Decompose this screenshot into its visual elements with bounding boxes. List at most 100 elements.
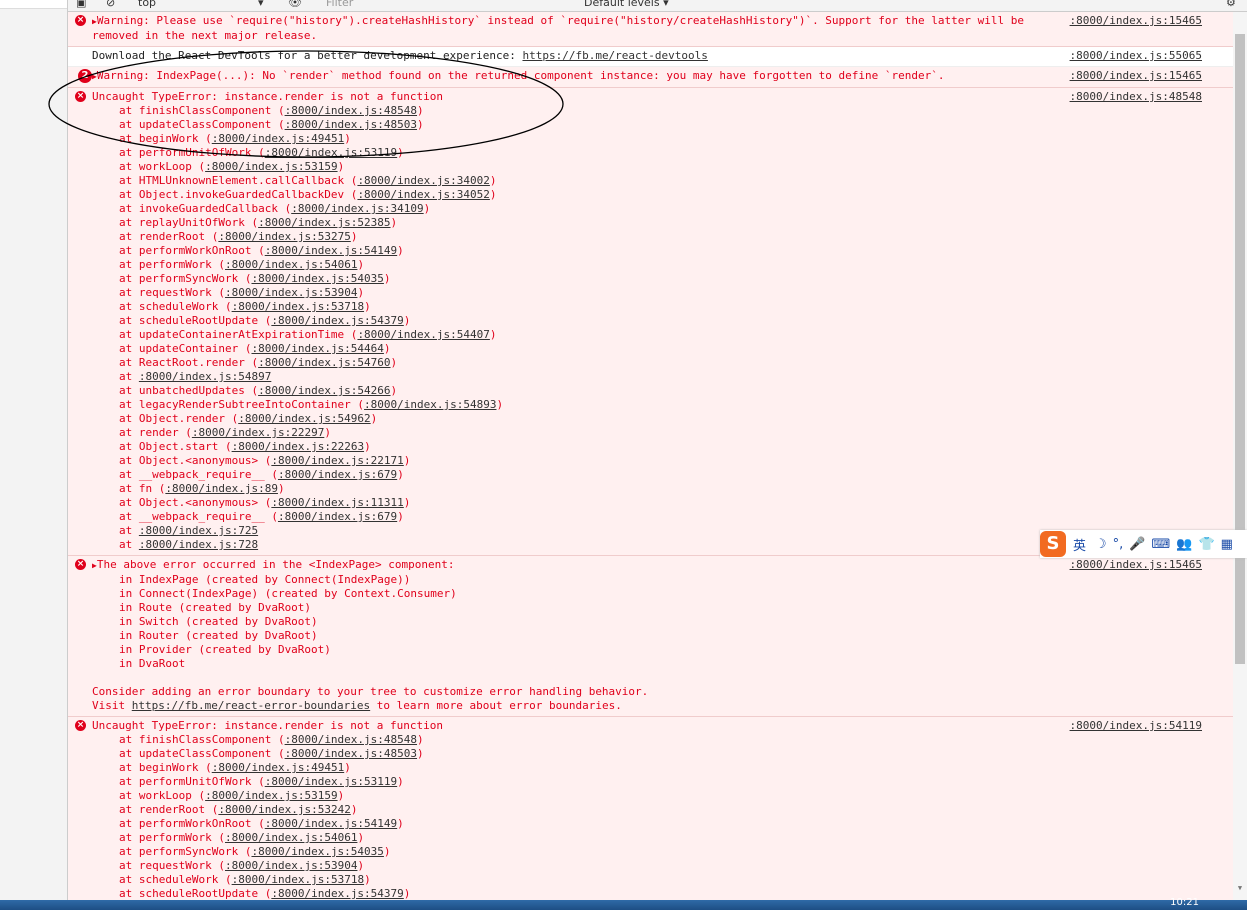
error-boundaries-link[interactable]: https://fb.me/react-error-boundaries [132, 699, 370, 712]
stack-source-link[interactable]: :8000/index.js:22263 [232, 440, 364, 453]
stack-source-link[interactable]: :8000/index.js:34109 [291, 202, 423, 215]
stack-source-link[interactable]: :8000/index.js:11311 [271, 496, 403, 509]
ime-tool-icon[interactable]: 👕 [1198, 537, 1214, 552]
message-source-link[interactable]: :8000/index.js:15465 [1070, 14, 1202, 28]
stack-source-link[interactable]: :8000/index.js:54407 [357, 328, 489, 341]
scrollbar-thumb[interactable] [1235, 34, 1245, 664]
stack-source-link[interactable]: :8000/index.js:54464 [251, 342, 383, 355]
stack-source-link[interactable]: :8000/index.js:54149 [265, 817, 397, 830]
sogou-logo-icon[interactable]: S [1040, 531, 1066, 557]
clear-console-icon[interactable]: ⊘ [106, 0, 115, 10]
scroll-down-arrow-icon[interactable]: ▼ [1235, 884, 1245, 894]
stack-source-link[interactable]: :8000/index.js:48503 [285, 747, 417, 760]
stack-function: requestWork [138, 859, 212, 872]
stack-source-link[interactable]: :8000/index.js:728 [139, 538, 258, 551]
stack-source-link[interactable]: :8000/index.js:22297 [192, 426, 324, 439]
stack-frame: at __webpack_require__ (:8000/index.js:6… [119, 510, 404, 523]
stack-source-link[interactable]: :8000/index.js:54893 [364, 398, 496, 411]
stack-source-link[interactable]: :8000/index.js:53159 [205, 789, 337, 802]
ime-tool-icon[interactable]: ⌨ [1152, 537, 1171, 552]
log-levels-dropdown[interactable]: Default levels ▾ [584, 0, 669, 10]
stack-source-link[interactable]: :8000/index.js:89 [165, 482, 278, 495]
ime-tool-icon[interactable]: ▦ [1221, 537, 1233, 552]
component-stack-frame: in IndexPage (created by Connect(IndexPa… [119, 573, 411, 586]
stack-source-link[interactable]: :8000/index.js:48548 [285, 733, 417, 746]
stack-function: Object.render [138, 412, 225, 425]
stack-source-link[interactable]: :8000/index.js:54035 [251, 845, 383, 858]
stack-source-link[interactable]: :8000/index.js:53718 [232, 873, 364, 886]
stack-source-link[interactable]: :8000/index.js:54061 [225, 258, 357, 271]
stack-source-link[interactable]: :8000/index.js:54149 [265, 244, 397, 257]
stack-source-link[interactable]: :8000/index.js:53904 [225, 859, 357, 872]
stack-source-link[interactable]: :8000/index.js:54061 [225, 831, 357, 844]
stack-source-link[interactable]: :8000/index.js:53242 [218, 803, 350, 816]
left-panel [0, 0, 68, 900]
component-stack-frame: in Router (created by DvaRoot) [119, 629, 318, 642]
stack-source-link[interactable]: :8000/index.js:53119 [265, 775, 397, 788]
ime-tool-icon[interactable]: °, [1113, 537, 1124, 552]
context-dropdown-icon[interactable]: ▾ [258, 0, 264, 10]
ime-tool-icon[interactable]: 👥 [1176, 537, 1192, 552]
ime-tool-icon[interactable]: 🎤 [1129, 537, 1145, 552]
stack-source-link[interactable]: :8000/index.js:54760 [258, 356, 390, 369]
error-icon: × [75, 559, 86, 570]
message-text: Uncaught TypeError: instance.render is n… [92, 719, 443, 732]
message-source-link[interactable]: :8000/index.js:48548 [1070, 90, 1202, 104]
stack-source-link[interactable]: :8000/index.js:49451 [212, 761, 344, 774]
stack-function: performUnitOfWork [138, 775, 252, 788]
stack-source-link[interactable]: :8000/index.js:49451 [212, 132, 344, 145]
ime-toolbar[interactable]: S 英 ☽ °, 🎤 ⌨ 👥 👕 ▦ [1040, 530, 1247, 558]
stack-source-link[interactable]: :8000/index.js:48503 [285, 118, 417, 131]
message-source-link[interactable]: :8000/index.js:15465 [1070, 558, 1202, 572]
stack-source-link[interactable]: :8000/index.js:53275 [218, 230, 350, 243]
stack-source-link[interactable]: :8000/index.js:53159 [205, 160, 337, 173]
stack-source-link[interactable]: :8000/index.js:34052 [357, 188, 489, 201]
stack-source-link[interactable]: :8000/index.js:54962 [238, 412, 370, 425]
stack-function: performWork [138, 831, 212, 844]
stack-source-link[interactable]: :8000/index.js:34002 [357, 174, 489, 187]
message-body: ▶Warning: IndexPage(...): No `render` me… [68, 67, 1233, 87]
stack-frame: at performUnitOfWork (:8000/index.js:531… [119, 775, 404, 788]
stack-source-link[interactable]: :8000/index.js:48548 [285, 104, 417, 117]
stack-frame: at beginWork (:8000/index.js:49451) [119, 761, 351, 774]
stack-frame: at performWorkOnRoot (:8000/index.js:541… [119, 244, 404, 257]
eye-icon[interactable]: 👁 [288, 0, 302, 10]
ime-language-toggle[interactable]: 英 [1073, 535, 1086, 554]
stack-source-link[interactable]: :8000/index.js:53904 [225, 286, 357, 299]
stack-function: performWorkOnRoot [138, 244, 252, 257]
stack-frame: at legacyRenderSubtreeIntoContainer (:80… [119, 398, 504, 411]
message-source-link[interactable]: :8000/index.js:55065 [1070, 49, 1202, 63]
stack-source-link[interactable]: :8000/index.js:54379 [271, 887, 403, 900]
stack-frame: at finishClassComponent (:8000/index.js:… [119, 104, 424, 117]
stack-frame: at :8000/index.js:54897 [119, 370, 272, 383]
stack-source-link[interactable]: :8000/index.js:725 [139, 524, 258, 537]
stack-source-link[interactable]: :8000/index.js:54035 [251, 272, 383, 285]
sidebar-toggle-icon[interactable]: ▣ [76, 0, 86, 10]
context-selector[interactable]: top [138, 0, 156, 10]
stack-source-link[interactable]: :8000/index.js:679 [278, 468, 397, 481]
stack-frame: at updateClassComponent (:8000/index.js:… [119, 118, 424, 131]
filter-input[interactable]: Filter [326, 0, 353, 10]
stack-source-link[interactable]: :8000/index.js:53718 [232, 300, 364, 313]
settings-gear-icon[interactable]: ⚙ [1226, 0, 1236, 10]
stack-source-link[interactable]: :8000/index.js:679 [278, 510, 397, 523]
stack-source-link[interactable]: :8000/index.js:54266 [258, 384, 390, 397]
stack-source-link[interactable]: :8000/index.js:54897 [139, 370, 271, 383]
ime-tool-icon[interactable]: ☽ [1095, 537, 1107, 552]
stack-frame: at workLoop (:8000/index.js:53159) [119, 160, 345, 173]
stack-frame: at updateContainerAtExpirationTime (:800… [119, 328, 497, 341]
stack-source-link[interactable]: :8000/index.js:54379 [271, 314, 403, 327]
message-source-link[interactable]: :8000/index.js:54119 [1070, 719, 1202, 733]
stack-function: Object.<anonymous> [138, 454, 259, 467]
stack-frame: at scheduleWork (:8000/index.js:53718) [119, 873, 371, 886]
stack-source-link[interactable]: :8000/index.js:22171 [271, 454, 403, 467]
stack-frame: at updateContainer (:8000/index.js:54464… [119, 342, 391, 355]
stack-source-link[interactable]: :8000/index.js:52385 [258, 216, 390, 229]
error-icon: × [75, 15, 86, 26]
stack-source-link[interactable]: :8000/index.js:53119 [265, 146, 397, 159]
message-link[interactable]: https://fb.me/react-devtools [522, 49, 707, 62]
message-body: Uncaught TypeError: instance.render is n… [68, 88, 1233, 555]
message-source-link[interactable]: :8000/index.js:15465 [1070, 69, 1202, 83]
stack-function: legacyRenderSubtreeIntoContainer [138, 398, 351, 411]
stack-frame: at Object.render (:8000/index.js:54962) [119, 412, 378, 425]
